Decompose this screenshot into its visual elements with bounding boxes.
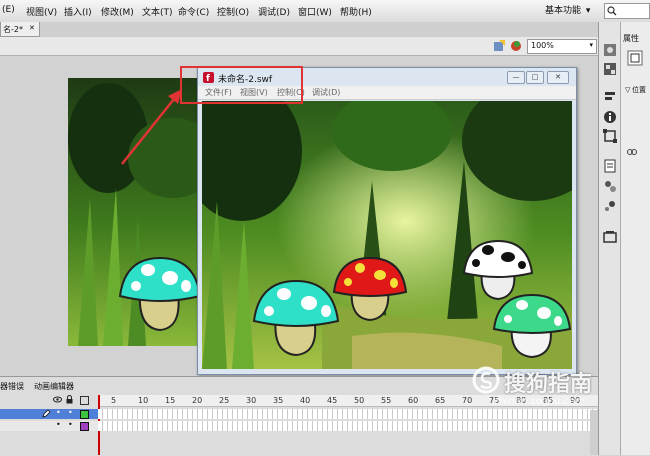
layer-visible-dot[interactable]: • [56, 408, 61, 417]
swf-menu-debug[interactable]: 调试(D) [312, 87, 340, 98]
close-button[interactable]: ✕ [547, 71, 569, 84]
menu-debug[interactable]: 调试(D) [258, 5, 290, 18]
menu-window[interactable]: 窗口(W) [298, 5, 332, 18]
document-tab-label: 名-2* [3, 25, 23, 34]
position-label: 位置 [632, 86, 646, 94]
properties-tab[interactable]: 属性 [623, 33, 639, 44]
frame-number: 25 [219, 396, 230, 405]
swf-movie-canvas[interactable] [202, 101, 572, 369]
sogou-logo-icon [472, 366, 500, 394]
code-snippets-icon[interactable] [603, 159, 617, 173]
frame-number: 5 [111, 396, 117, 405]
lock-icon[interactable] [66, 395, 73, 407]
watermark: 搜狗指南 zhinan.sogou.com [472, 366, 650, 407]
scene-icon[interactable] [603, 230, 617, 244]
menu-insert[interactable]: 插入(I) [64, 5, 92, 18]
edit-symbols-icon[interactable] [493, 39, 506, 52]
layer-frames[interactable] [98, 421, 598, 431]
watermark-text: 搜狗指南 [504, 372, 593, 397]
frame-number: 45 [327, 396, 338, 405]
minimize-button[interactable]: — [507, 71, 525, 84]
transform-icon[interactable] [603, 129, 617, 143]
search-icon [607, 6, 617, 16]
align-icon[interactable] [603, 90, 617, 104]
frame-number: 10 [138, 396, 149, 405]
menu-edit[interactable]: (E) [2, 5, 15, 15]
document-properties-icon [627, 50, 643, 66]
frame-number: 35 [273, 396, 284, 405]
tab-compiler-errors[interactable]: 器错误 [0, 381, 24, 393]
info-icon[interactable] [603, 110, 617, 124]
search-input[interactable] [604, 3, 650, 19]
watermark-url: zhinan.sogou.com [494, 396, 586, 407]
collapse-icon[interactable]: ▽ [625, 86, 630, 94]
maximize-button[interactable]: □ [526, 71, 544, 84]
eye-icon[interactable] [53, 396, 62, 406]
frame-number: 70 [462, 396, 473, 405]
chevron-down-icon: ▾ [589, 41, 593, 49]
zoom-value: 100% [531, 41, 554, 50]
menu-view[interactable]: 视图(V) [26, 5, 57, 18]
swatches-icon[interactable] [603, 62, 617, 76]
layer-lock-dot[interactable]: • [68, 420, 73, 429]
timeline-scrollbar[interactable] [590, 410, 598, 455]
link-icon[interactable] [627, 148, 637, 156]
layer-frames[interactable] [98, 409, 598, 419]
swf-movie-artwork [202, 101, 572, 369]
document-tab[interactable]: 名-2* ✕ [0, 22, 40, 37]
tab-motion-editor[interactable]: 动画编辑器 [34, 381, 74, 393]
frame-number: 30 [246, 396, 257, 405]
motion-presets-icon[interactable] [603, 199, 617, 213]
edit-bar [0, 37, 598, 56]
layer-color-swatch[interactable] [80, 422, 89, 431]
layer-lock-dot[interactable]: • [68, 408, 73, 417]
frame-number: 60 [408, 396, 419, 405]
menu-control[interactable]: 控制(O) [217, 5, 249, 18]
menu-text[interactable]: 文本(T) [142, 5, 173, 18]
frame-number: 50 [354, 396, 365, 405]
document-tab-bar [0, 22, 598, 38]
layer-color-swatch[interactable] [80, 410, 89, 419]
zoom-select[interactable]: 100% ▾ [527, 39, 597, 54]
frame-number: 15 [165, 396, 176, 405]
close-icon[interactable]: ✕ [29, 24, 35, 32]
menu-help[interactable]: 帮助(H) [340, 5, 372, 18]
workspace-label: 基本功能 [545, 6, 582, 16]
library-icon[interactable] [603, 43, 617, 57]
layer-visible-dot[interactable]: • [56, 420, 61, 429]
frame-number: 55 [381, 396, 392, 405]
swf-player-window[interactable]: f 未命名-2.swf — □ ✕ 文件(F) 视图(V) 控制(C) 调试(D… [197, 67, 577, 375]
components-icon[interactable] [603, 179, 617, 193]
menu-modify[interactable]: 修改(M) [101, 5, 134, 18]
frame-number: 20 [192, 396, 203, 405]
pencil-icon [42, 409, 51, 418]
frame-number: 65 [435, 396, 446, 405]
chevron-down-icon: ▾ [585, 6, 591, 16]
frame-number: 40 [300, 396, 311, 405]
annotation-highlight-box [180, 66, 303, 104]
menu-commands[interactable]: 命令(C) [178, 5, 209, 18]
edit-scene-icon[interactable] [510, 39, 523, 52]
outline-toggle-icon[interactable] [80, 396, 89, 405]
workspace-dropdown[interactable]: 基本功能 ▾ [545, 3, 598, 18]
annotation-arrow [121, 89, 182, 165]
